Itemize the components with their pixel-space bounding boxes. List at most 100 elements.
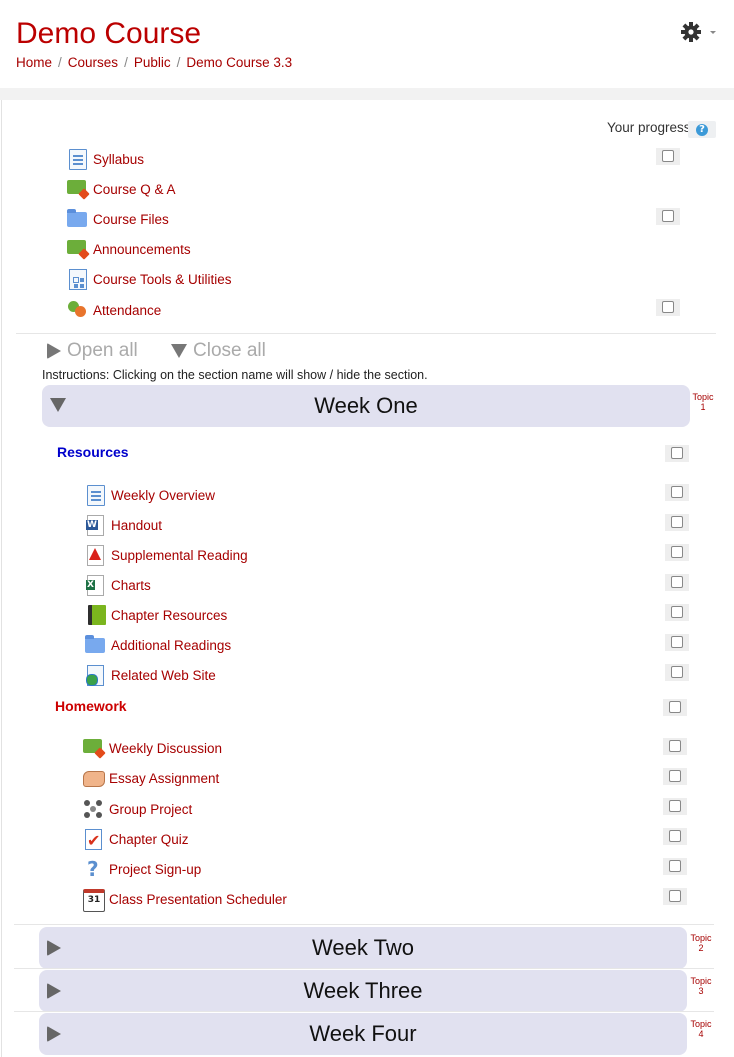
activity-course-qa[interactable]: Course Q & A bbox=[66, 178, 176, 200]
activity-link[interactable]: Additional Readings bbox=[111, 638, 231, 653]
completion-checkbox[interactable] bbox=[665, 514, 689, 531]
breadcrumb-separator: / bbox=[58, 55, 62, 70]
activity-link[interactable]: Course Q & A bbox=[93, 182, 176, 197]
page-icon bbox=[84, 484, 106, 506]
forum-icon bbox=[66, 238, 88, 260]
assignment-icon bbox=[82, 767, 105, 789]
settings-menu[interactable] bbox=[680, 20, 720, 44]
question-icon: ? bbox=[87, 857, 99, 881]
section-toggle-week-two[interactable]: Week Two bbox=[39, 927, 687, 969]
completion-checkbox[interactable] bbox=[665, 544, 689, 561]
breadcrumb-courses[interactable]: Courses bbox=[68, 55, 118, 70]
completion-checkbox[interactable] bbox=[656, 299, 680, 316]
url-icon bbox=[84, 664, 106, 686]
activity-weekly-overview[interactable]: Weekly Overview bbox=[84, 484, 215, 506]
completion-checkbox[interactable] bbox=[663, 798, 687, 815]
course-title: Demo Course bbox=[16, 17, 202, 50]
completion-checkbox[interactable] bbox=[656, 208, 680, 225]
completion-checkbox[interactable] bbox=[656, 148, 680, 165]
topic-link[interactable]: Topic 4 bbox=[686, 1019, 716, 1039]
activity-supplemental-reading[interactable]: Supplemental Reading bbox=[84, 544, 248, 566]
activity-link[interactable]: Announcements bbox=[93, 242, 191, 257]
activity-attendance[interactable]: Attendance bbox=[66, 299, 161, 321]
help-icon: ? bbox=[696, 124, 708, 136]
topic-link[interactable]: Topic 1 bbox=[688, 392, 718, 412]
folder-icon bbox=[84, 634, 106, 656]
activity-link[interactable]: Syllabus bbox=[93, 152, 144, 167]
activity-group-project[interactable]: Group Project bbox=[82, 798, 192, 820]
breadcrumb-course[interactable]: Demo Course 3.3 bbox=[186, 55, 292, 70]
activity-announcements[interactable]: Announcements bbox=[66, 238, 191, 260]
progress-help-button[interactable]: ? bbox=[688, 121, 716, 138]
collapse-arrow-icon bbox=[171, 344, 187, 358]
pdf-icon bbox=[84, 544, 106, 566]
open-all-button[interactable]: Open all bbox=[47, 340, 138, 362]
activity-project-signup[interactable]: ? Project Sign-up bbox=[82, 857, 201, 881]
activity-essay-assignment[interactable]: Essay Assignment bbox=[82, 767, 219, 789]
completion-checkbox[interactable] bbox=[663, 888, 687, 905]
activity-handout[interactable]: Handout bbox=[84, 514, 162, 536]
completion-checkbox[interactable] bbox=[663, 738, 687, 755]
section-toggle-week-three[interactable]: Week Three bbox=[39, 970, 687, 1012]
activity-link[interactable]: Charts bbox=[111, 578, 151, 593]
section-title: Week One bbox=[314, 393, 418, 418]
breadcrumb: Home / Courses / Public / Demo Course 3.3 bbox=[16, 55, 292, 70]
activity-link[interactable]: Chapter Resources bbox=[111, 608, 227, 623]
spreadsheet-icon bbox=[84, 574, 106, 596]
breadcrumb-home[interactable]: Home bbox=[16, 55, 52, 70]
forum-icon bbox=[66, 178, 88, 200]
activity-link[interactable]: Project Sign-up bbox=[109, 862, 201, 877]
resources-heading: Resources bbox=[57, 444, 129, 460]
activity-related-web-site[interactable]: Related Web Site bbox=[84, 664, 216, 686]
activity-link[interactable]: Attendance bbox=[93, 303, 161, 318]
completion-checkbox[interactable] bbox=[665, 634, 689, 651]
topic-link[interactable]: Topic 3 bbox=[686, 976, 716, 996]
activity-link[interactable]: Weekly Overview bbox=[111, 488, 215, 503]
word-doc-icon bbox=[84, 514, 106, 536]
activity-link[interactable]: Related Web Site bbox=[111, 668, 216, 683]
breadcrumb-separator: / bbox=[124, 55, 128, 70]
activity-syllabus[interactable]: Syllabus bbox=[66, 148, 144, 170]
activity-course-files[interactable]: Course Files bbox=[66, 208, 169, 230]
completion-checkbox[interactable] bbox=[663, 699, 687, 716]
completion-checkbox[interactable] bbox=[663, 858, 687, 875]
activity-link[interactable]: Class Presentation Scheduler bbox=[109, 892, 287, 907]
activity-chapter-quiz[interactable]: Chapter Quiz bbox=[82, 828, 189, 850]
activity-weekly-discussion[interactable]: Weekly Discussion bbox=[82, 737, 222, 759]
section-toggle-week-one[interactable]: Week One bbox=[42, 385, 690, 427]
activity-charts[interactable]: Charts bbox=[84, 574, 151, 596]
completion-checkbox[interactable] bbox=[665, 574, 689, 591]
chevron-down-icon bbox=[710, 31, 716, 34]
completion-checkbox[interactable] bbox=[663, 768, 687, 785]
open-all-label: Open all bbox=[67, 340, 138, 361]
activity-additional-readings[interactable]: Additional Readings bbox=[84, 634, 231, 656]
activity-link[interactable]: Essay Assignment bbox=[109, 771, 219, 786]
close-all-button[interactable]: Close all bbox=[171, 340, 266, 362]
completion-checkbox[interactable] bbox=[665, 484, 689, 501]
section-toggle-week-four[interactable]: Week Four bbox=[39, 1013, 687, 1055]
tools-page-icon bbox=[66, 268, 88, 290]
activity-presentation-scheduler[interactable]: 31 Class Presentation Scheduler bbox=[82, 888, 287, 912]
activity-chapter-resources[interactable]: Chapter Resources bbox=[84, 604, 227, 626]
page-band bbox=[0, 88, 734, 100]
completion-checkbox[interactable] bbox=[665, 604, 689, 621]
activity-course-tools[interactable]: Course Tools & Utilities bbox=[66, 268, 232, 290]
attendance-icon bbox=[66, 299, 88, 321]
completion-checkbox[interactable] bbox=[663, 828, 687, 845]
quiz-icon bbox=[82, 828, 104, 850]
activity-link[interactable]: Handout bbox=[111, 518, 162, 533]
completion-checkbox[interactable] bbox=[665, 445, 689, 462]
activity-link[interactable]: Group Project bbox=[109, 802, 192, 817]
divider bbox=[16, 333, 716, 334]
activity-link[interactable]: Weekly Discussion bbox=[109, 741, 222, 756]
activity-link[interactable]: Course Files bbox=[93, 212, 169, 227]
folder-icon bbox=[66, 208, 88, 230]
divider bbox=[14, 968, 714, 969]
activity-link[interactable]: Course Tools & Utilities bbox=[93, 272, 232, 287]
breadcrumb-public[interactable]: Public bbox=[134, 55, 171, 70]
topic-link[interactable]: Topic 2 bbox=[686, 933, 716, 953]
activity-link[interactable]: Chapter Quiz bbox=[109, 832, 189, 847]
workshop-icon bbox=[82, 798, 104, 820]
completion-checkbox[interactable] bbox=[665, 664, 689, 681]
activity-link[interactable]: Supplemental Reading bbox=[111, 548, 248, 563]
